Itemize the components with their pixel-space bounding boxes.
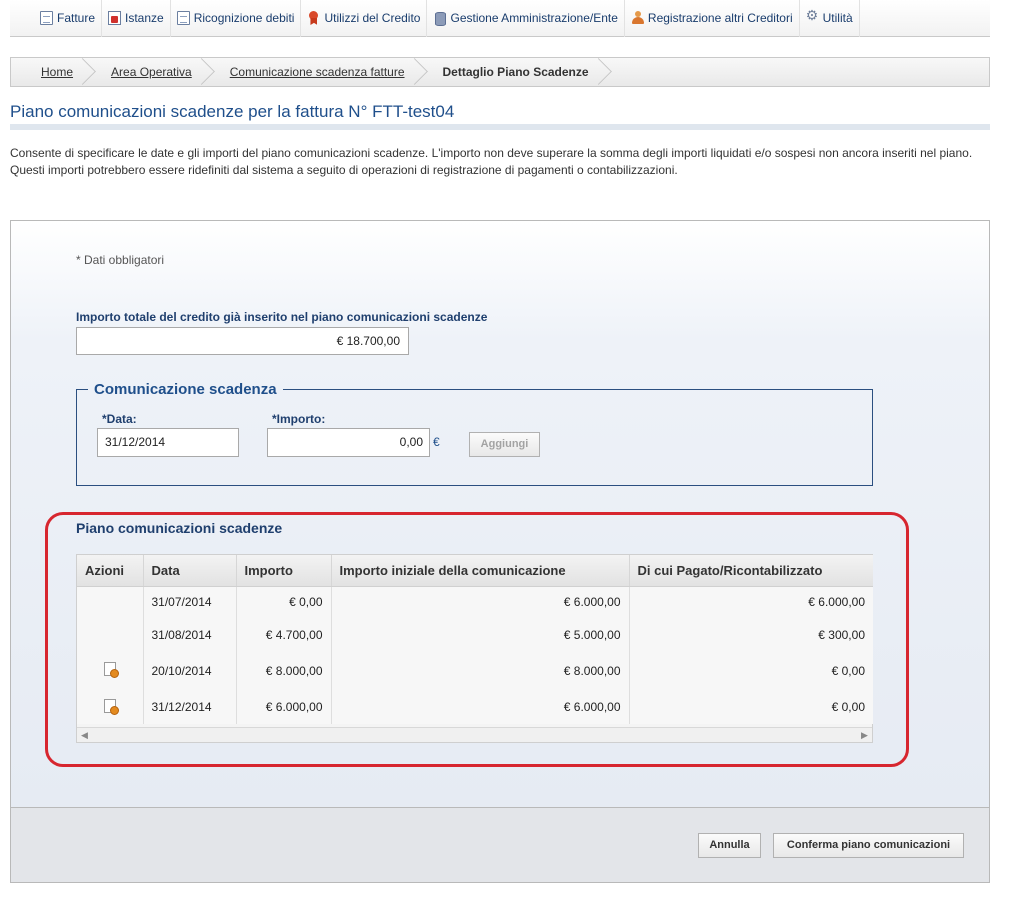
breadcrumb-item-comunicazione: Comunicazione scadenza fatture [210, 58, 423, 86]
table-row: 31/08/2014 € 4.700,00 € 5.000,00 € 300,0… [77, 618, 873, 651]
cell-azioni [77, 618, 144, 651]
column-header-data: Data [143, 555, 237, 587]
ribbon-icon [307, 11, 320, 25]
cell-importo-iniziale: € 5.000,00 [331, 618, 630, 651]
required-note: * Dati obbligatori [76, 253, 165, 267]
breadcrumb-item-area-operativa: Area Operativa [91, 58, 210, 86]
cell-importo: € 4.700,00 [236, 618, 332, 651]
cell-importo: € 0,00 [236, 586, 332, 618]
cell-importo-iniziale: € 6.000,00 [331, 690, 630, 724]
currency-symbol: € [433, 435, 440, 449]
nav-label: Registrazione altri Creditori [647, 11, 793, 25]
importo-input[interactable]: 0,00 [267, 428, 430, 457]
data-input[interactable]: 31/12/2014 [97, 428, 239, 457]
breadcrumb-link-home[interactable]: Home [41, 65, 73, 79]
document-icon [176, 11, 190, 25]
aggiungi-button[interactable]: Aggiungi [469, 432, 540, 457]
person-icon [631, 11, 644, 25]
nav-item-gestione-amministrazione[interactable]: Gestione Amministrazione/Ente [427, 0, 625, 37]
column-header-importo: Importo [236, 555, 332, 587]
cell-importo-iniziale: € 8.000,00 [331, 651, 630, 690]
scroll-right-arrow-icon[interactable]: ▶ [857, 728, 872, 742]
cell-azioni [77, 586, 144, 618]
column-header-pagato: Di cui Pagato/Ricontabilizzato [629, 555, 873, 587]
table-row: 20/10/2014 € 8.000,00 € 8.000,00 € 0,00 [77, 651, 873, 690]
cell-pagato: € 300,00 [629, 618, 873, 651]
red-document-icon [108, 11, 122, 25]
title-divider [10, 124, 990, 130]
breadcrumb-link-area-operativa[interactable]: Area Operativa [111, 65, 192, 79]
cell-azioni [77, 690, 144, 724]
cell-pagato: € 0,00 [629, 651, 873, 690]
top-navigation: Fatture Istanze Ricognizione debiti Util… [10, 0, 990, 37]
nav-label: Utilizzi del Credito [324, 11, 421, 25]
horizontal-scrollbar[interactable]: ◀ ▶ [77, 727, 872, 742]
cell-data: 31/08/2014 [143, 618, 237, 651]
cell-importo-iniziale: € 6.000,00 [331, 586, 630, 618]
scroll-left-arrow-icon[interactable]: ◀ [77, 728, 92, 742]
database-icon [433, 11, 447, 26]
breadcrumb-item-home: Home [11, 58, 91, 86]
importo-label: *Importo: [272, 412, 326, 426]
total-credit-label: Importo totale del credito già inserito … [76, 310, 488, 324]
nav-label: Gestione Amministrazione/Ente [450, 11, 618, 25]
cell-importo: € 6.000,00 [236, 690, 332, 724]
column-header-importo-iniziale: Importo iniziale della comunicazione [331, 555, 630, 587]
cell-importo: € 8.000,00 [236, 651, 332, 690]
table-row: 31/12/2014 € 6.000,00 € 6.000,00 € 0,00 [77, 690, 873, 724]
data-label: *Data: [102, 412, 137, 426]
document-icon [40, 11, 53, 25]
nav-item-fatture[interactable]: Fatture [34, 0, 103, 37]
page-title: Piano comunicazioni scadenze per la fatt… [10, 102, 455, 121]
breadcrumb-item-current: Dettaglio Piano Scadenze [423, 58, 607, 86]
cell-pagato: € 6.000,00 [629, 586, 873, 618]
plan-table-container: Azioni Data Importo Importo iniziale del… [76, 554, 873, 743]
cell-data: 20/10/2014 [143, 651, 237, 690]
nav-item-utilita[interactable]: Utilità [800, 0, 860, 37]
nav-label: Ricognizione debiti [193, 11, 295, 25]
total-credit-field: € 18.700,00 [76, 327, 409, 355]
page-description: Consente di specificare le date e gli im… [10, 146, 973, 177]
edit-document-icon[interactable] [103, 698, 119, 715]
nav-item-istanze[interactable]: Istanze [102, 0, 171, 37]
conferma-piano-button[interactable]: Conferma piano comunicazioni [773, 833, 964, 858]
nav-label: Istanze [125, 11, 164, 25]
nav-item-utilizzi-credito[interactable]: Utilizzi del Credito [301, 0, 428, 37]
breadcrumb: Home Area Operativa Comunicazione scaden… [10, 57, 990, 87]
column-header-azioni: Azioni [77, 555, 144, 587]
nav-item-ricognizione-debiti[interactable]: Ricognizione debiti [171, 0, 302, 37]
cell-data: 31/07/2014 [143, 586, 237, 618]
edit-document-icon[interactable] [103, 662, 119, 678]
gear-icon [806, 8, 819, 25]
fieldset-legend: Comunicazione scadenza [94, 381, 277, 398]
nav-label: Utilità [822, 11, 853, 25]
cell-data: 31/12/2014 [143, 690, 237, 724]
breadcrumb-link-comunicazione[interactable]: Comunicazione scadenza fatture [230, 65, 405, 79]
table-row: 31/07/2014 € 0,00 € 6.000,00 € 6.000,00 [77, 586, 873, 618]
nav-item-registrazione-creditori[interactable]: Registrazione altri Creditori [625, 0, 800, 37]
plan-section-title: Piano comunicazioni scadenze [76, 520, 283, 536]
cell-pagato: € 0,00 [629, 690, 873, 724]
annulla-button[interactable]: Annulla [698, 833, 761, 858]
nav-label: Fatture [57, 11, 96, 25]
cell-azioni [77, 651, 144, 690]
plan-table: Azioni Data Importo Importo iniziale del… [77, 555, 873, 724]
